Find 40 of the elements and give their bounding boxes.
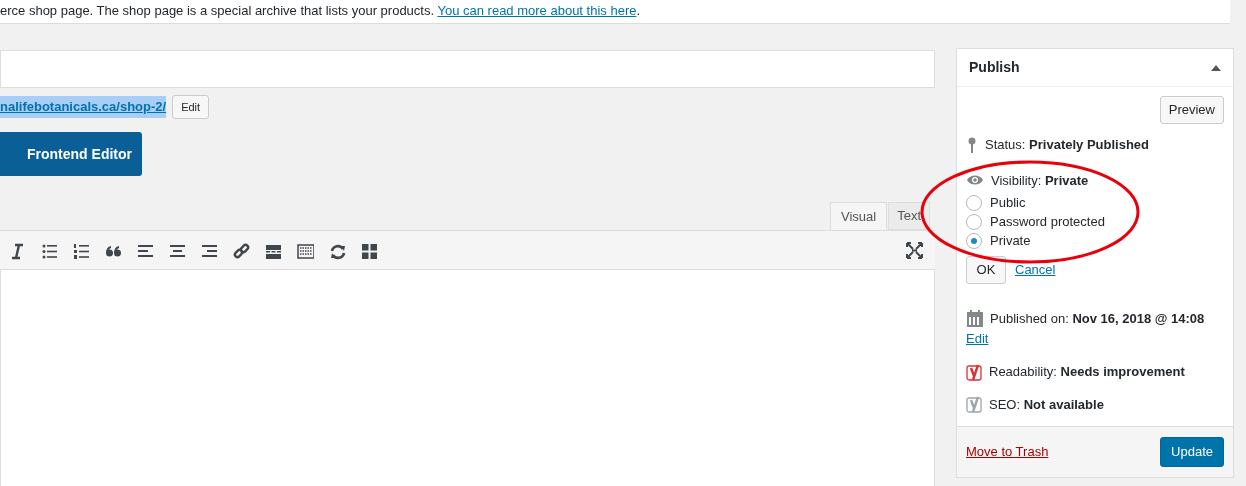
radio-label[interactable]: Password protected	[990, 212, 1105, 232]
readability-text: Readability: Needs improvement	[989, 363, 1185, 381]
align-left-icon[interactable]	[137, 243, 154, 260]
read-more-icon[interactable]	[265, 243, 282, 260]
radio-button[interactable]	[966, 195, 982, 211]
editor-tab[interactable]: Visual	[830, 202, 888, 231]
frontend-editor-button[interactable]: Frontend Editor	[0, 132, 142, 176]
visibility-text: Visibility: Private	[991, 171, 1089, 190]
pin-icon	[968, 136, 976, 153]
seo-text: SEO: Not available	[989, 395, 1104, 414]
grid-icon[interactable]	[361, 243, 378, 260]
edit-button[interactable]: Edit	[172, 95, 210, 119]
update-button[interactable]: Update	[1160, 437, 1224, 467]
fullscreen-icon[interactable]	[906, 242, 923, 259]
bulleted-list-icon[interactable]	[41, 243, 58, 260]
editor-tab[interactable]: Text	[888, 202, 931, 230]
radio-button[interactable]	[966, 233, 982, 249]
eye-icon	[966, 174, 984, 187]
ok-button[interactable]: OK	[966, 256, 1006, 284]
notice-text: erce shop page. The shop page is a special archive that lists your products. You can read more about this here.	[0, 3, 641, 18]
status-text: Status: Privately Published	[985, 136, 1149, 154]
align-center-icon[interactable]	[169, 243, 186, 260]
radio-button[interactable]	[966, 214, 982, 230]
cancel-link[interactable]: Cancel	[1015, 260, 1056, 280]
keyboard-icon[interactable]	[297, 243, 314, 260]
edit-link[interactable]: Edit	[966, 328, 989, 348]
published-date-text: Published on: Nov 16, 2018 @ 14:08	[990, 310, 1205, 328]
move-to-trash-link[interactable]: Move to Trash	[966, 442, 1049, 462]
calendar-icon	[967, 310, 983, 328]
italic-icon[interactable]	[9, 243, 26, 260]
panel-title: Publish	[969, 58, 1020, 77]
collapse-icon[interactable]	[1211, 63, 1221, 72]
align-right-icon[interactable]	[201, 243, 218, 260]
radio-label[interactable]: Private	[990, 231, 1031, 251]
title-field[interactable]	[0, 50, 935, 88]
refresh-icon[interactable]	[329, 243, 346, 260]
link-icon[interactable]	[233, 243, 250, 260]
radio-label[interactable]: Public	[990, 193, 1026, 213]
numbered-list-icon[interactable]	[73, 243, 90, 260]
preview-button[interactable]: Preview	[1159, 96, 1224, 124]
